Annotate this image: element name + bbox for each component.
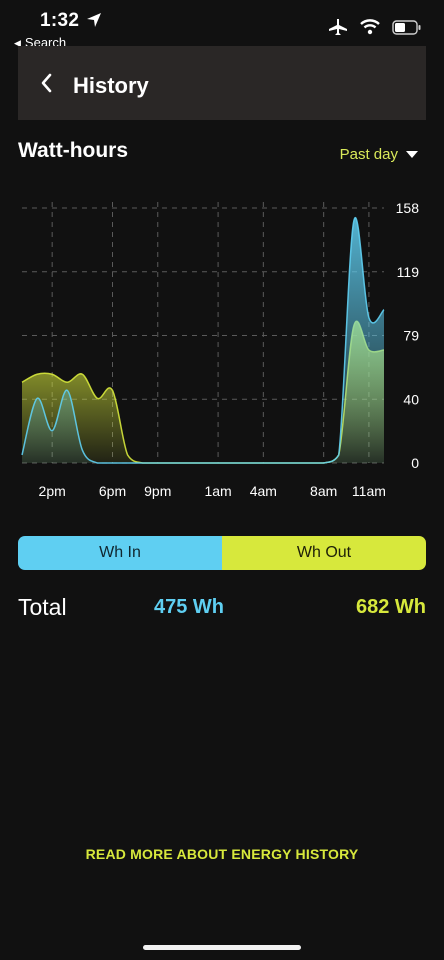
x-tick-label: 11am: [352, 483, 386, 499]
battery-icon: [392, 19, 422, 40]
status-time: 1:32: [40, 10, 80, 31]
chart-title: Watt-hours: [18, 139, 129, 162]
total-wh-out: 682 Wh: [355, 596, 426, 618]
app-header: History: [18, 46, 426, 120]
total-label: Total: [18, 594, 67, 620]
total-wh-in: 475 Wh: [154, 596, 225, 618]
legend-wh-in[interactable]: Wh In: [18, 536, 222, 570]
page-title: History: [73, 73, 149, 98]
legend-bar: Wh In Wh Out: [18, 536, 426, 570]
read-more-link[interactable]: READ MORE ABOUT ENERGY HISTORY: [0, 846, 444, 862]
legend-wh-out[interactable]: Wh Out: [222, 536, 426, 570]
x-tick-label: 8am: [310, 483, 337, 499]
x-tick-label: 1am: [204, 483, 231, 499]
y-tick-label: 158: [396, 200, 420, 216]
x-tick-label: 4am: [250, 483, 277, 499]
back-chevron-icon[interactable]: [40, 73, 52, 98]
x-tick-label: 9pm: [144, 483, 171, 499]
y-tick-label: 79: [403, 328, 419, 344]
y-tick-label: 40: [403, 391, 419, 407]
status-bar: 1:32 ◀ Search: [0, 0, 444, 52]
range-dropdown[interactable]: Past day: [340, 146, 418, 163]
caret-down-icon: [406, 146, 418, 163]
y-tick-label: 0: [411, 455, 419, 471]
airplane-icon: [328, 18, 348, 41]
y-tick-label: 119: [397, 264, 420, 280]
home-indicator[interactable]: [143, 945, 301, 950]
wifi-icon: [360, 19, 380, 40]
x-tick-label: 2pm: [39, 483, 66, 499]
x-tick-label: 6pm: [99, 483, 126, 499]
range-dropdown-label: Past day: [339, 146, 398, 163]
system-icons: [328, 18, 422, 41]
location-arrow-icon: [86, 12, 102, 33]
series-wh-in-line: [21, 217, 385, 464]
watt-hours-chart: 0 40 79 119 158 2pm 6pm 9pm 1am 4am 8am 11am: [21, 200, 420, 499]
